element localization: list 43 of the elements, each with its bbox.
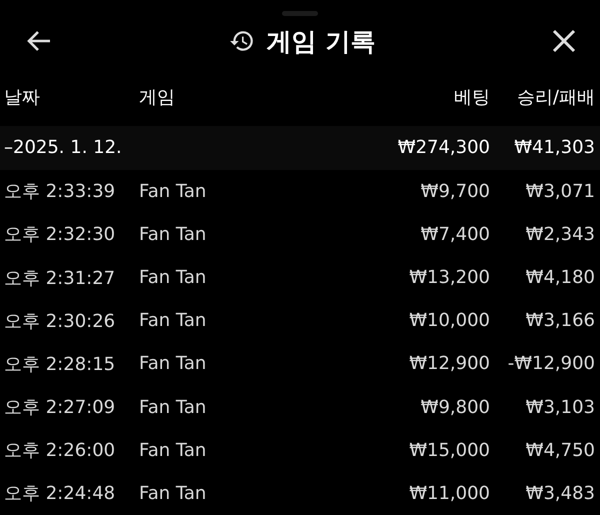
bet-cell-text: ₩13,200: [408, 267, 490, 288]
close-icon[interactable]: [552, 29, 576, 54]
bet-cell-text: ₩11,000: [408, 482, 490, 504]
game-cell-text: Fan Tan: [139, 310, 208, 332]
result-cell-text: -₩12,900: [506, 353, 595, 374]
bet-cell-text: ₩9,800: [420, 396, 490, 418]
result-cell-text: ₩3,103: [524, 396, 595, 418]
bet-cell-text: ₩7,400: [420, 224, 490, 245]
game-cell-text: Fan Tan: [139, 482, 208, 504]
time-cell-text: 오후 2:32:30: [4, 223, 116, 246]
drag-handle[interactable]: [282, 10, 318, 16]
time-cell-text: 오후 2:30:26: [4, 310, 116, 333]
game-cell-text: Fan Tan: [139, 440, 208, 461]
date-cell-text: –2025. 1. 12.: [4, 137, 123, 158]
result-cell-text: ₩2,343: [524, 224, 595, 245]
column-header: 게임: [139, 86, 176, 109]
bet-cell-text: ₩274,300: [396, 137, 490, 158]
game-cell-text: Fan Tan: [139, 353, 208, 374]
game-cell-text: Fan Tan: [139, 224, 208, 245]
bet-cell-text: ₩15,000: [408, 440, 490, 461]
time-cell-text: 오후 2:24:48: [4, 482, 116, 506]
back-arrow-icon[interactable]: [26, 30, 52, 52]
column-header: 베팅: [453, 86, 490, 109]
result-cell-text: ₩4,180: [524, 267, 595, 288]
result-cell-text: ₩3,071: [524, 180, 595, 202]
result-cell-text: ₩4,750: [524, 440, 595, 461]
window-title: 게임 기록: [266, 26, 376, 58]
result-cell-text: ₩3,483: [524, 482, 595, 504]
game-cell-text: Fan Tan: [139, 180, 208, 202]
time-cell-text: 오후 2:28:15: [4, 352, 116, 376]
time-cell-text: 오후 2:31:27: [4, 266, 116, 290]
time-cell-text: 오후 2:26:00: [4, 439, 116, 462]
bet-cell-text: ₩9,700: [420, 180, 490, 202]
game-cell-text: Fan Tan: [139, 396, 208, 418]
time-cell-text: 오후 2:33:39: [4, 180, 116, 204]
game-cell-text: Fan Tan: [139, 267, 208, 288]
column-header: 날짜: [4, 86, 41, 109]
column-header: 승리/패배: [516, 86, 595, 109]
bet-cell-text: ₩12,900: [408, 353, 490, 374]
result-cell-text: ₩3,166: [524, 310, 595, 332]
time-cell-text: 오후 2:27:09: [4, 396, 116, 420]
bet-cell-text: ₩10,000: [408, 310, 490, 332]
result-cell-text: ₩41,303: [513, 137, 595, 158]
